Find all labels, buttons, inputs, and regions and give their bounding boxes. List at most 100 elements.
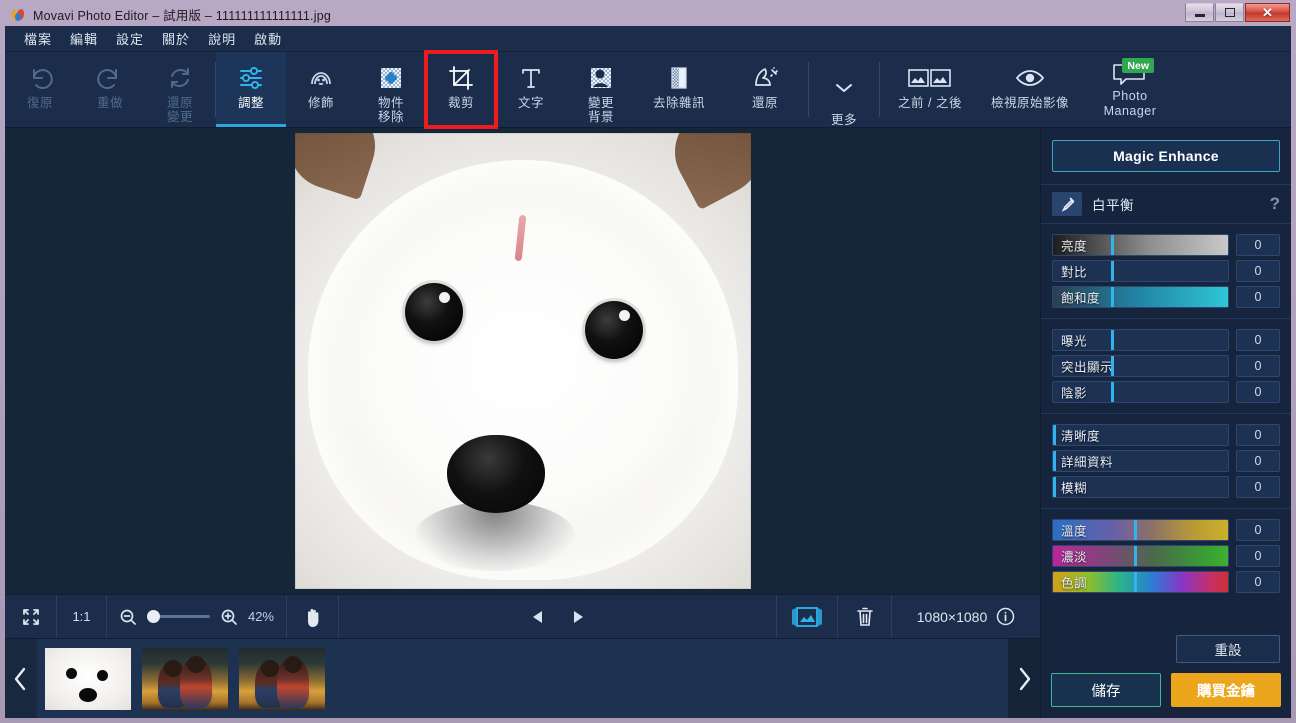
saturation-value[interactable]: 0 <box>1236 286 1280 308</box>
blur-handle[interactable] <box>1053 477 1056 497</box>
clarity-value[interactable]: 0 <box>1236 424 1280 446</box>
toolbar-tool-restore[interactable]: 還原 <box>722 52 808 127</box>
tint-slider[interactable]: 濃淡 <box>1052 545 1229 567</box>
hue-slider[interactable]: 色調 <box>1052 571 1229 593</box>
menu-item-settings[interactable]: 設定 <box>107 26 153 51</box>
filmstrip <box>5 638 1040 718</box>
tint-value[interactable]: 0 <box>1236 545 1280 567</box>
reset-button[interactable]: 重設 <box>1176 635 1280 663</box>
toolbar-tool-crop[interactable]: 裁剪 <box>424 50 498 129</box>
eyedropper-icon[interactable] <box>1052 192 1082 216</box>
toolbar-before-after[interactable]: 之前 / 之後 <box>880 52 980 127</box>
toolbar-tool-adjust[interactable]: 調整 <box>216 52 286 127</box>
temperature-slider[interactable]: 溫度 <box>1052 519 1229 541</box>
zoom-1-1-label: 1:1 <box>72 609 91 624</box>
clarity-handle[interactable] <box>1053 425 1056 445</box>
menu-item-file[interactable]: 檔案 <box>15 26 61 51</box>
saturation-handle[interactable] <box>1110 287 1114 307</box>
strip-previous-icon[interactable] <box>5 638 37 718</box>
photo-preview <box>294 133 751 589</box>
previous-image-icon[interactable] <box>529 608 547 626</box>
toolbar-before-after-label: 之前 / 之後 <box>898 96 962 110</box>
strip-next-icon[interactable] <box>1008 639 1040 718</box>
exposure-handle[interactable] <box>1110 330 1114 350</box>
slider-row-saturation: 飽和度 0 <box>1041 284 1291 310</box>
hand-tool-button[interactable] <box>287 594 339 639</box>
highlights-value[interactable]: 0 <box>1236 355 1280 377</box>
toolbar-photo-manager[interactable]: New Photo Manager <box>1080 52 1180 127</box>
details-handle[interactable] <box>1053 451 1056 471</box>
brightness-label: 亮度 <box>1061 239 1088 254</box>
highlights-label: 突出顯示 <box>1061 360 1114 375</box>
toolbar-tool-text[interactable]: 文字 <box>496 52 566 127</box>
info-icon[interactable] <box>996 607 1015 626</box>
zoom-out-icon[interactable] <box>119 608 137 626</box>
zoom-slider[interactable] <box>147 610 210 623</box>
temperature-value[interactable]: 0 <box>1236 519 1280 541</box>
maximize-button[interactable] <box>1215 3 1244 22</box>
thumbnail-dog[interactable] <box>45 647 131 710</box>
compare-images-button[interactable] <box>776 594 838 639</box>
menu-item-activate[interactable]: 啟動 <box>245 26 291 51</box>
details-slider[interactable]: 詳細資料 <box>1052 450 1229 472</box>
toolbar-tool-change-background[interactable]: 變更 背景 <box>566 52 636 127</box>
image-navigation <box>339 608 776 626</box>
tint-handle[interactable] <box>1133 546 1137 566</box>
toolbar-view-original-label: 檢視原始影像 <box>990 96 1069 110</box>
brightness-value[interactable]: 0 <box>1236 234 1280 256</box>
toolbar-view-original[interactable]: 檢視原始影像 <box>980 52 1080 127</box>
exposure-value[interactable]: 0 <box>1236 329 1280 351</box>
delete-image-button[interactable] <box>838 594 892 639</box>
thumbnail-artwork-1[interactable] <box>142 647 228 710</box>
contrast-value[interactable]: 0 <box>1236 260 1280 282</box>
minimize-button[interactable] <box>1185 3 1214 22</box>
blur-slider[interactable]: 模糊 <box>1052 476 1229 498</box>
toolbar-tool-object-removal[interactable]: 物件 移除 <box>356 52 426 127</box>
highlights-slider[interactable]: 突出顯示 <box>1052 355 1229 377</box>
toolbar-undo[interactable]: 復原 <box>5 52 75 127</box>
toolbar-tool-denoise[interactable]: 去除雜訊 <box>636 52 722 127</box>
exposure-group: 曝光 0 突出顯示 0 陰影 0 <box>1041 319 1291 414</box>
exposure-slider[interactable]: 曝光 <box>1052 329 1229 351</box>
menu-item-help[interactable]: 說明 <box>199 26 245 51</box>
saturation-slider[interactable]: 飽和度 <box>1052 286 1229 308</box>
slider-row-highlights: 突出顯示 0 <box>1041 353 1291 379</box>
magic-enhance-button[interactable]: Magic Enhance <box>1052 140 1280 172</box>
shadows-handle[interactable] <box>1110 382 1114 402</box>
slider-row-blur: 模糊 0 <box>1041 474 1291 500</box>
image-canvas[interactable] <box>5 128 1040 594</box>
toolbar-revert-changes[interactable]: 還原 變更 <box>145 52 215 127</box>
brightness-slider[interactable]: 亮度 <box>1052 234 1229 256</box>
highlights-handle[interactable] <box>1110 356 1114 376</box>
details-value[interactable]: 0 <box>1236 450 1280 472</box>
zoom-slider-handle[interactable] <box>147 610 160 623</box>
next-image-icon[interactable] <box>569 608 587 626</box>
title-bar: Movavi Photo Editor – 試用版 – 111111111111… <box>5 3 1291 26</box>
clarity-slider[interactable]: 清晰度 <box>1052 424 1229 446</box>
hue-handle[interactable] <box>1133 572 1137 592</box>
menu-item-about[interactable]: 關於 <box>153 26 199 51</box>
thumbnail-artwork-2[interactable] <box>239 647 325 710</box>
temperature-handle[interactable] <box>1133 520 1137 540</box>
main-toolbar: 復原 重做 還原 變更 調整 修飾 物件 移除 裁剪 文字 變更 背景 去除雜訊… <box>5 50 1291 129</box>
toolbar-photo-manager-label: Photo Manager <box>1103 89 1157 118</box>
white-balance-help-icon[interactable]: ? <box>1270 194 1280 214</box>
zoom-in-icon[interactable] <box>220 608 238 626</box>
shadows-slider[interactable]: 陰影 <box>1052 381 1229 403</box>
contrast-handle[interactable] <box>1110 261 1114 281</box>
change-background-icon <box>587 61 615 95</box>
shadows-value[interactable]: 0 <box>1236 381 1280 403</box>
brightness-handle[interactable] <box>1110 235 1114 255</box>
menu-item-edit[interactable]: 編輯 <box>61 26 107 51</box>
toolbar-tool-retouch[interactable]: 修飾 <box>286 52 356 127</box>
fit-to-screen-button[interactable] <box>5 594 57 639</box>
toolbar-more[interactable]: 更多 <box>809 52 879 127</box>
buy-key-button[interactable]: 購買金鑰 <box>1171 673 1281 707</box>
close-button[interactable]: ✕ <box>1245 3 1290 22</box>
hue-value[interactable]: 0 <box>1236 571 1280 593</box>
toolbar-redo[interactable]: 重做 <box>75 52 145 127</box>
zoom-1-1-button[interactable]: 1:1 <box>57 594 107 639</box>
save-button[interactable]: 儲存 <box>1051 673 1162 707</box>
blur-value[interactable]: 0 <box>1236 476 1280 498</box>
contrast-slider[interactable]: 對比 <box>1052 260 1229 282</box>
